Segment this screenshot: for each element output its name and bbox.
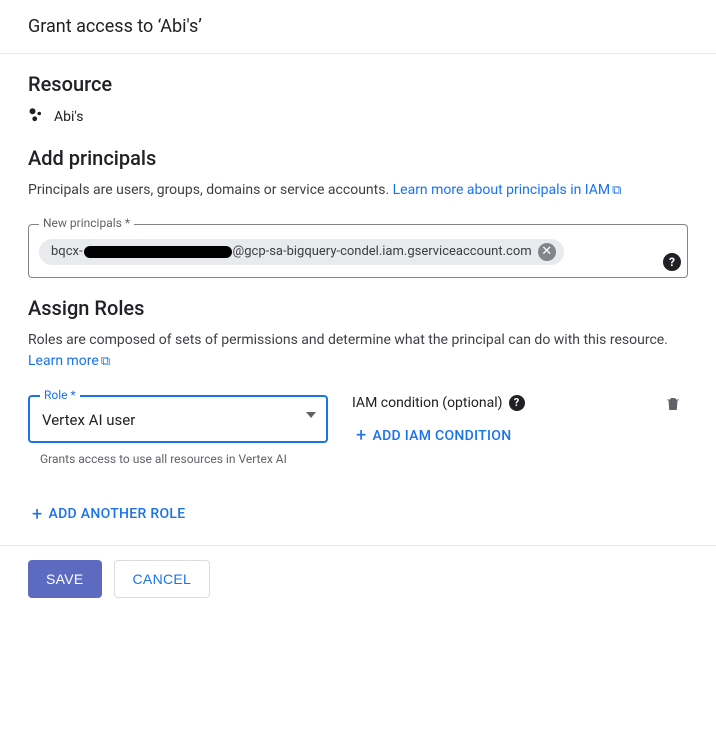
roles-section: Assign Roles Roles are composed of sets … [0,278,716,468]
help-icon[interactable]: ? [509,395,525,411]
principal-chip-row: bqcx- @gcp-sa-bigquery-condel.iam.gservic… [39,239,677,265]
principals-learn-more-link[interactable]: Learn more about principals in IAM⧉ [393,182,622,198]
save-button[interactable]: SAVE [28,560,102,598]
resource-icon [28,106,46,128]
redacted-segment [84,246,232,258]
principals-section: Add principals Principals are users, gro… [0,128,716,278]
role-row: Role * Vertex AI user Grants access to u… [28,395,688,468]
principal-chip-prefix: bqcx- [51,244,83,259]
roles-learn-more-link[interactable]: Learn more⧉ [28,353,110,369]
external-link-icon: ⧉ [101,352,110,372]
role-helper-text: Grants access to use all resources in Ve… [28,451,288,468]
resource-heading: Resource [28,72,688,96]
resource-section: Resource Abi's [0,54,716,128]
roles-description-text: Roles are composed of sets of permission… [28,332,668,348]
trash-icon[interactable] [664,401,682,417]
plus-icon: + [32,504,43,525]
add-iam-condition-button[interactable]: + ADD IAM CONDITION [352,419,515,452]
condition-column: IAM condition (optional) ? + ADD IAM CON… [352,395,640,452]
condition-label: IAM condition (optional) [352,395,503,411]
plus-icon: + [356,425,367,446]
principal-chip-suffix: @gcp-sa-bigquery-condel.iam.gserviceacco… [233,244,532,259]
add-another-role-button[interactable]: + ADD ANOTHER ROLE [28,498,189,531]
chip-remove-icon[interactable]: ✕ [538,243,556,261]
roles-learn-more-label: Learn more [28,353,99,369]
chevron-down-icon [306,412,316,418]
role-select-label: Role * [40,388,80,402]
principals-description: Principals are users, groups, domains or… [28,180,688,202]
principal-chip[interactable]: bqcx- @gcp-sa-bigquery-condel.iam.gservic… [39,239,564,265]
external-link-icon: ⧉ [612,181,621,201]
new-principals-label: New principals * [39,216,134,230]
resource-name: Abi's [54,109,84,125]
principals-learn-more-label: Learn more about principals in IAM [393,182,610,198]
add-another-role-label: ADD ANOTHER ROLE [49,506,186,522]
principals-description-text: Principals are users, groups, domains or… [28,182,393,198]
add-another-role-row: + ADD ANOTHER ROLE [28,498,688,531]
footer-bar: SAVE CANCEL [0,545,716,612]
panel-title: Grant access to ‘Abi's’ [0,0,716,54]
new-principals-field[interactable]: New principals * bqcx-@gcp-sa-bigquery-c… [28,224,688,278]
cancel-button[interactable]: CANCEL [114,560,211,598]
field-help-icon[interactable]: ? [663,253,681,271]
resource-row: Abi's [28,106,688,128]
principals-heading: Add principals [28,146,688,170]
add-iam-condition-label: ADD IAM CONDITION [373,428,512,444]
condition-label-row: IAM condition (optional) ? [352,395,640,411]
role-select[interactable]: Role * Vertex AI user [28,395,328,443]
roles-heading: Assign Roles [28,296,688,320]
roles-description: Roles are composed of sets of permission… [28,330,688,373]
delete-role-column [664,395,688,417]
role-column: Role * Vertex AI user Grants access to u… [28,395,328,468]
